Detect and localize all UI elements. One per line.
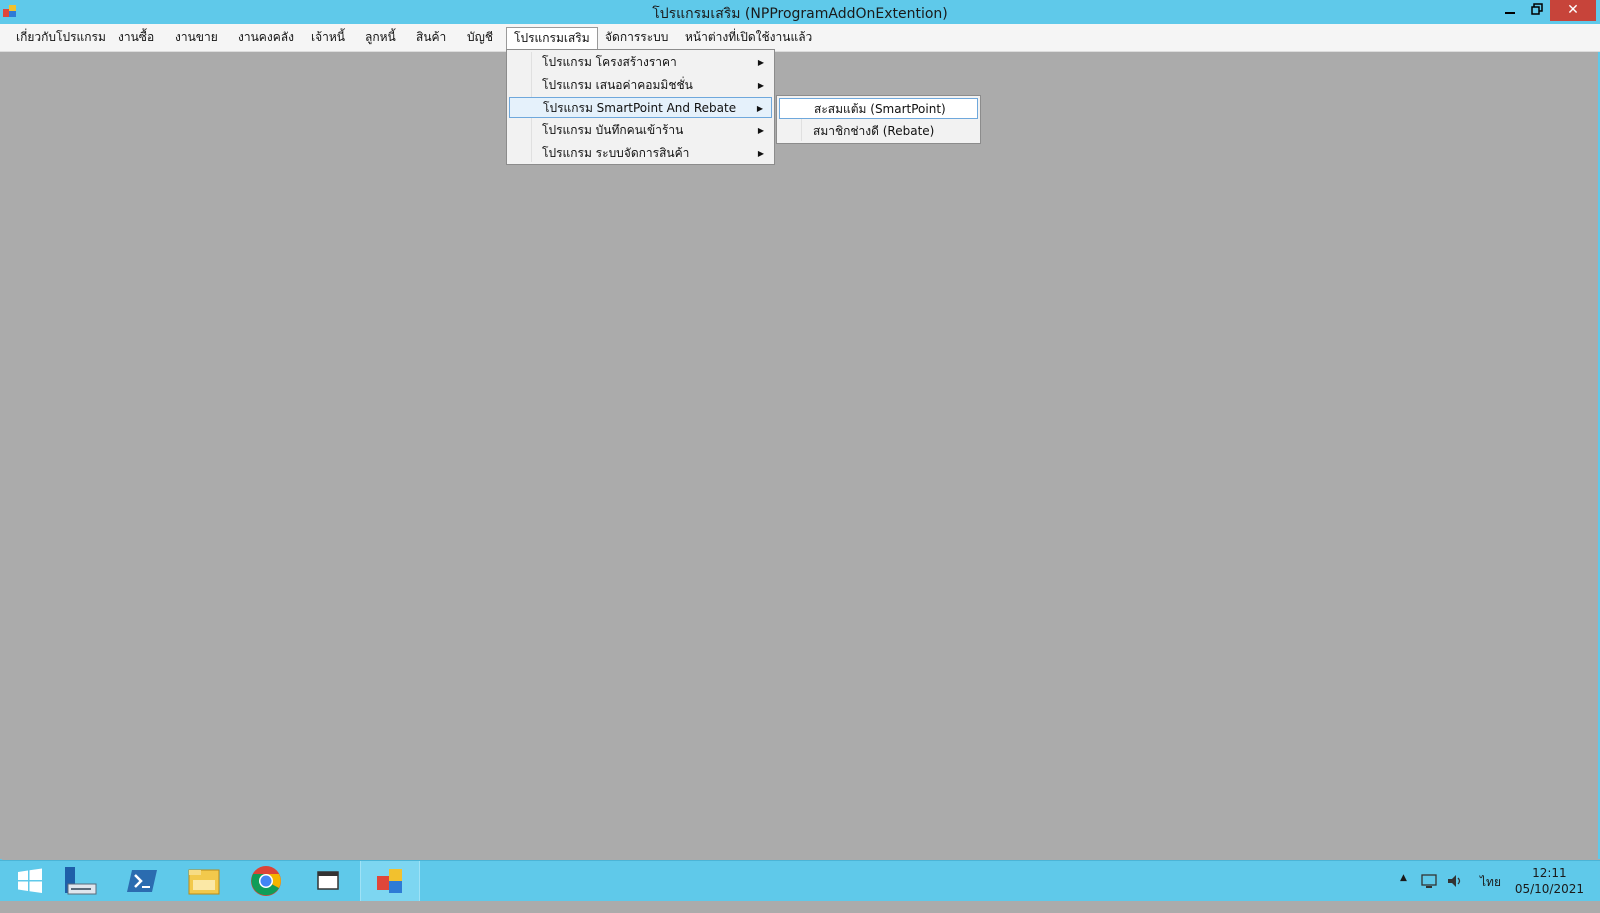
language-indicator[interactable]: ไทย bbox=[1480, 873, 1501, 913]
close-icon: ✕ bbox=[1567, 2, 1579, 18]
network-icon[interactable] bbox=[1420, 872, 1438, 912]
menu-accounting[interactable]: บัญชี bbox=[460, 27, 500, 48]
menu-item-smartpoint-rebate[interactable]: โปรแกรม SmartPoint And Rebate ▶ bbox=[509, 97, 772, 118]
menu-addons[interactable]: โปรแกรมเสริม bbox=[506, 27, 598, 50]
submenu-item-smartpoint[interactable]: สะสมแต้ม (SmartPoint) bbox=[779, 98, 978, 119]
title-bar: โปรแกรมเสริม (NPProgramAddOnExtention) ✕ bbox=[0, 0, 1600, 24]
menu-inventory[interactable]: งานคงคลัง bbox=[231, 27, 301, 48]
menu-item-visitor-log[interactable]: โปรแกรม บันทึกคนเข้าร้าน ▶ bbox=[509, 120, 772, 141]
minimize-button[interactable] bbox=[1496, 0, 1524, 21]
window-title: โปรแกรมเสริม (NPProgramAddOnExtention) bbox=[652, 6, 948, 22]
app-window-icon[interactable] bbox=[298, 861, 358, 901]
addons-dropdown-menu: โปรแกรม โครงสร้างราคา ▶ โปรแกรม เสนอค่าค… bbox=[506, 49, 775, 165]
restore-icon bbox=[1531, 3, 1543, 15]
mdi-client-area bbox=[0, 52, 1600, 859]
menu-bar: เกี่ยวกับโปรแกรม งานซื้อ งานขาย งานคงคลั… bbox=[0, 24, 1600, 52]
menu-item-label: โปรแกรม โครงสร้างราคา bbox=[542, 55, 677, 69]
server-manager-icon[interactable] bbox=[50, 861, 110, 901]
taskbar: ▲ ไทย 12:11 05/10/2021 bbox=[0, 860, 1600, 901]
clock[interactable]: 12:11 05/10/2021 bbox=[1515, 865, 1584, 897]
menu-item-commission[interactable]: โปรแกรม เสนอค่าคอมมิชชั่น ▶ bbox=[509, 75, 772, 96]
powershell-icon[interactable] bbox=[112, 861, 172, 901]
menu-item-label: โปรแกรม ระบบจัดการสินค้า bbox=[542, 146, 690, 160]
menu-products[interactable]: สินค้า bbox=[409, 27, 453, 48]
npprogram-icon[interactable] bbox=[360, 861, 420, 901]
submenu-arrow-icon: ▶ bbox=[757, 149, 764, 158]
menu-item-label: โปรแกรม เสนอค่าคอมมิชชั่น bbox=[542, 78, 693, 92]
menu-item-label: โปรแกรม บันทึกคนเข้าร้าน bbox=[542, 123, 684, 137]
submenu-item-rebate[interactable]: สมาชิกช่างดี (Rebate) bbox=[779, 121, 978, 142]
clock-time: 12:11 bbox=[1532, 866, 1567, 880]
menu-purchase[interactable]: งานซื้อ bbox=[111, 27, 161, 48]
close-button[interactable]: ✕ bbox=[1550, 0, 1596, 21]
menu-system[interactable]: จัดการระบบ bbox=[598, 27, 675, 48]
submenu-arrow-icon: ▶ bbox=[757, 58, 764, 67]
menu-item-price-structure[interactable]: โปรแกรม โครงสร้างราคา ▶ bbox=[509, 52, 772, 73]
menu-item-label: โปรแกรม SmartPoint And Rebate bbox=[543, 101, 737, 115]
submenu-arrow-icon: ▶ bbox=[757, 126, 764, 135]
tray-expand-arrow[interactable]: ▲ bbox=[1400, 873, 1407, 913]
chrome-icon[interactable] bbox=[236, 861, 296, 901]
menu-about[interactable]: เกี่ยวกับโปรแกรม bbox=[9, 27, 113, 48]
menu-sales[interactable]: งานขาย bbox=[168, 27, 225, 48]
file-explorer-icon[interactable] bbox=[174, 861, 234, 901]
smartpoint-rebate-submenu: สะสมแต้ม (SmartPoint) สมาชิกช่างดี (Reba… bbox=[776, 95, 981, 144]
submenu-arrow-icon: ▶ bbox=[756, 104, 763, 113]
menu-item-product-management[interactable]: โปรแกรม ระบบจัดการสินค้า ▶ bbox=[509, 143, 772, 164]
clock-date: 05/10/2021 bbox=[1514, 882, 1584, 896]
menu-creditors[interactable]: เจ้าหนี้ bbox=[304, 27, 352, 48]
menu-debtors[interactable]: ลูกหนี้ bbox=[358, 27, 403, 48]
restore-button[interactable] bbox=[1524, 0, 1550, 21]
menu-open-windows[interactable]: หน้าต่างที่เปิดใช้งานแล้ว bbox=[678, 27, 819, 48]
submenu-arrow-icon: ▶ bbox=[757, 81, 764, 90]
volume-icon[interactable] bbox=[1446, 872, 1464, 912]
